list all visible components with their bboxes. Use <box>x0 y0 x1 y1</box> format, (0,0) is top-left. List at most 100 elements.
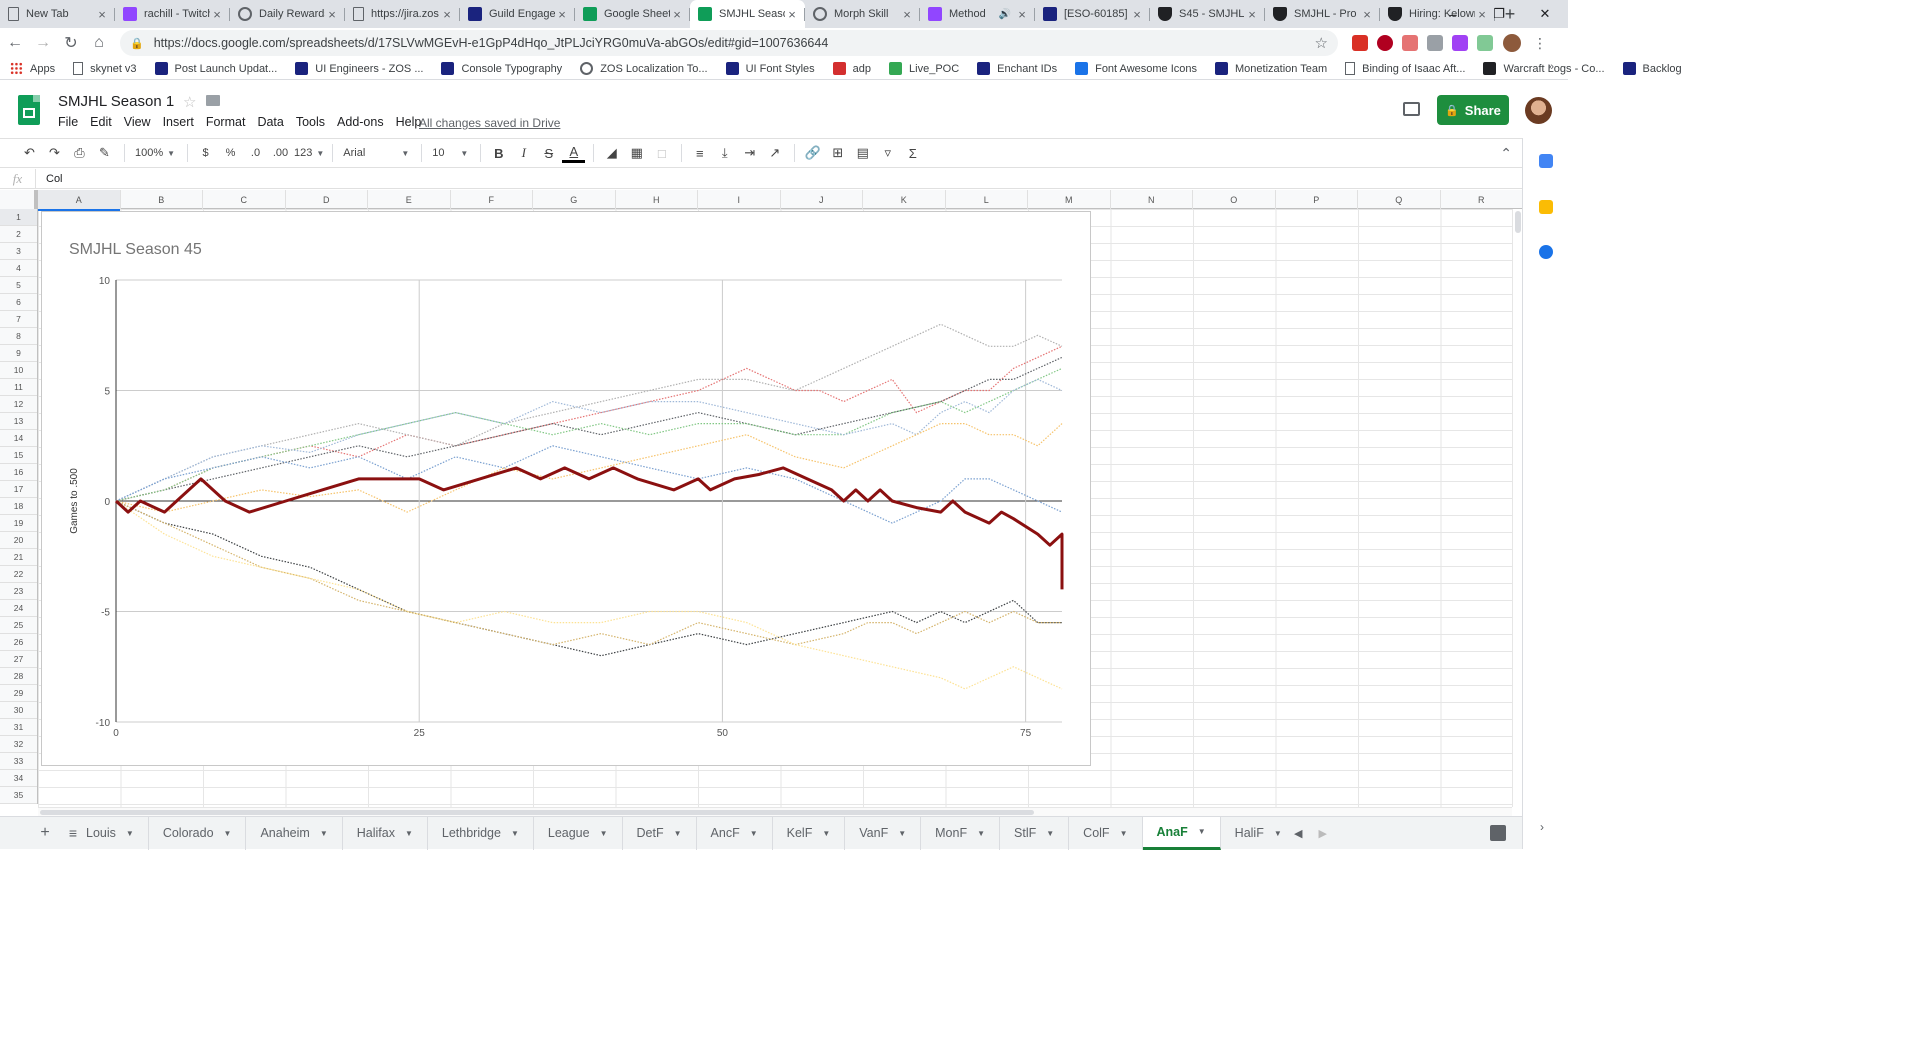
bookmark-item[interactable]: Backlog <box>1622 62 1682 75</box>
profile-avatar[interactable] <box>1503 34 1521 52</box>
row-header[interactable]: 27 <box>0 651 37 668</box>
address-bar[interactable]: 🔒 https://docs.google.com/spreadsheets/d… <box>120 30 1338 56</box>
italic-icon[interactable]: I <box>512 141 535 165</box>
row-header[interactable]: 28 <box>0 668 37 685</box>
text-wrap-icon[interactable]: ⇥ <box>738 141 761 165</box>
expand-side-panel-icon[interactable]: › <box>1540 820 1544 834</box>
account-avatar[interactable] <box>1525 97 1552 124</box>
print-icon[interactable]: ⎙ <box>68 141 91 165</box>
column-header[interactable]: J <box>781 190 863 209</box>
all-sheets-icon[interactable]: ≡ <box>60 825 86 841</box>
series-line-4[interactable] <box>115 367 1063 502</box>
explore-icon[interactable] <box>1490 825 1506 841</box>
extension-icon[interactable] <box>1377 35 1393 51</box>
browser-tab[interactable]: New Tab × <box>0 0 115 28</box>
column-header[interactable]: H <box>616 190 698 209</box>
close-icon[interactable]: × <box>95 7 109 22</box>
menu-view[interactable]: View <box>124 115 151 129</box>
chevron-down-icon[interactable]: ▼ <box>750 829 758 838</box>
sheets-logo-icon[interactable] <box>18 95 40 125</box>
horizontal-align-icon[interactable]: ≡ <box>688 141 711 165</box>
horizontal-scrollbar[interactable] <box>38 807 1512 816</box>
browser-tab[interactable]: rachill - Twitch × <box>115 0 230 28</box>
series-line-10[interactable] <box>115 500 1063 690</box>
chevron-down-icon[interactable]: ▼ <box>1046 829 1054 838</box>
tasks-icon[interactable] <box>1539 245 1553 259</box>
folder-icon[interactable] <box>206 95 220 106</box>
close-icon[interactable]: × <box>440 7 454 22</box>
row-header[interactable]: 2 <box>0 226 37 243</box>
browser-tab[interactable]: [ESO-60185] × <box>1035 0 1150 28</box>
chevron-down-icon[interactable]: ▼ <box>600 829 608 838</box>
bookmark-item[interactable]: Enchant IDs <box>977 62 1057 75</box>
row-header[interactable]: 31 <box>0 719 37 736</box>
column-header[interactable]: K <box>863 190 946 209</box>
font-select[interactable]: Arial ▼ <box>339 141 413 165</box>
strikethrough-icon[interactable]: S <box>537 141 560 165</box>
sheet-tab[interactable]: KelF ▼ <box>773 816 846 850</box>
column-header[interactable]: E <box>368 190 451 209</box>
close-window-icon[interactable]: ✕ <box>1522 0 1568 28</box>
chevron-down-icon[interactable]: ▼ <box>224 829 232 838</box>
bookmark-item[interactable]: UI Font Styles <box>725 62 815 75</box>
bookmark-item[interactable]: ZOS Localization To... <box>580 62 708 75</box>
row-header[interactable]: 32 <box>0 736 37 753</box>
row-header[interactable]: 5 <box>0 277 37 294</box>
column-header[interactable]: R <box>1441 190 1523 209</box>
sheet-tab[interactable]: ColF ▼ <box>1069 816 1143 850</box>
chevron-down-icon[interactable]: ▼ <box>126 829 134 838</box>
row-header[interactable]: 19 <box>0 515 37 532</box>
menu-add-ons[interactable]: Add-ons <box>337 115 384 129</box>
row-header[interactable]: 25 <box>0 617 37 634</box>
close-icon[interactable]: × <box>1245 7 1259 22</box>
scroll-thumb[interactable] <box>40 810 1034 815</box>
series-line-0[interactable] <box>114 466 1064 590</box>
select-all-corner[interactable] <box>0 190 38 209</box>
column-header[interactable]: I <box>698 190 781 209</box>
keep-icon[interactable] <box>1539 200 1553 214</box>
comments-icon[interactable] <box>1403 102 1420 116</box>
chevron-down-icon[interactable]: ▼ <box>898 829 906 838</box>
row-header[interactable]: 10 <box>0 362 37 379</box>
series-line-6[interactable] <box>115 445 1063 524</box>
sheet-tab[interactable]: Colorado ▼ <box>149 816 247 850</box>
row-header[interactable]: 16 <box>0 464 37 481</box>
chevron-down-icon[interactable]: ▼ <box>977 829 985 838</box>
row-header[interactable]: 30 <box>0 702 37 719</box>
row-header[interactable]: 12 <box>0 396 37 413</box>
paint-format-icon[interactable]: ✎ <box>93 141 116 165</box>
currency-button[interactable]: $ <box>194 141 217 165</box>
bookmark-star-icon[interactable]: ☆ <box>1315 34 1328 52</box>
row-header[interactable]: 21 <box>0 549 37 566</box>
reload-icon[interactable]: ↻ <box>58 30 84 56</box>
extension-icon[interactable] <box>1477 35 1493 51</box>
menu-file[interactable]: File <box>58 115 78 129</box>
series-line-7[interactable] <box>115 423 1063 513</box>
row-header[interactable]: 8 <box>0 328 37 345</box>
formula-input[interactable]: Col <box>36 173 63 185</box>
row-header[interactable]: 6 <box>0 294 37 311</box>
sheet-tab[interactable]: Anaheim ▼ <box>246 816 343 850</box>
menu-data[interactable]: Data <box>257 115 283 129</box>
chevron-down-icon[interactable]: ▼ <box>1274 829 1282 838</box>
close-icon[interactable]: × <box>670 7 684 22</box>
close-icon[interactable]: × <box>1130 7 1144 22</box>
sheet-tab[interactable]: Lethbridge ▼ <box>428 816 534 850</box>
column-header[interactable]: M <box>1028 190 1111 209</box>
menu-edit[interactable]: Edit <box>90 115 112 129</box>
doc-title[interactable]: SMJHL Season 1 <box>58 93 174 110</box>
row-header[interactable]: 11 <box>0 379 37 396</box>
browser-tab[interactable]: SMJHL - Pro × <box>1265 0 1380 28</box>
close-icon[interactable]: × <box>325 7 339 22</box>
sheet-tab[interactable]: AncF ▼ <box>697 816 773 850</box>
browser-tab[interactable]: S45 - SMJHL × <box>1150 0 1265 28</box>
row-header[interactable]: 1 <box>0 209 37 226</box>
browser-tab[interactable]: https://jira.zos × <box>345 0 460 28</box>
row-header[interactable]: 17 <box>0 481 37 498</box>
save-status[interactable]: All changes saved in Drive <box>419 116 560 130</box>
chevron-down-icon[interactable]: ▼ <box>320 829 328 838</box>
menu-format[interactable]: Format <box>206 115 246 129</box>
column-header[interactable]: G <box>533 190 616 209</box>
browser-menu-icon[interactable]: ⋮ <box>1533 35 1547 52</box>
vertical-scrollbar[interactable] <box>1512 209 1522 807</box>
